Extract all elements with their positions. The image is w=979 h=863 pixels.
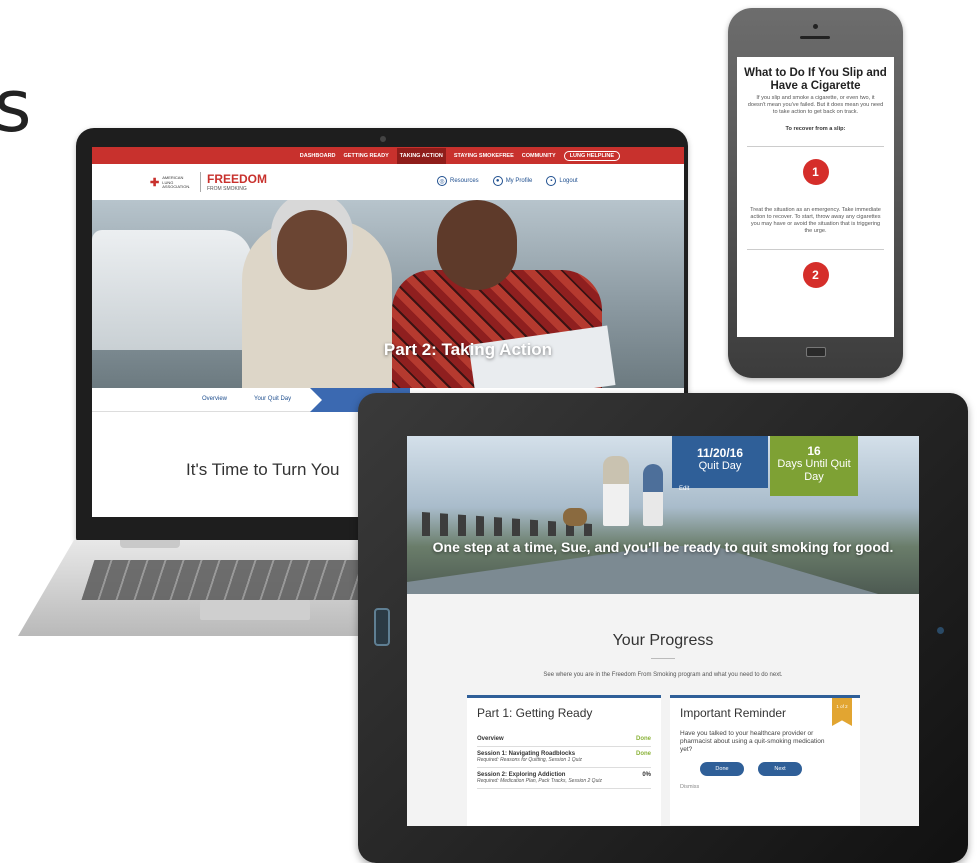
step-1-text: Treat the situation as an emergency. Tak… <box>750 207 881 234</box>
tablet-hero-text: One step at a time, Sue, and you'll be r… <box>432 539 894 555</box>
getting-ready-card: Part 1: Getting Ready Overview Done Sess… <box>467 695 661 826</box>
nav-taking-action[interactable]: TAKING ACTION <box>396 147 446 164</box>
tablet-screen: 11/20/16 Quit Day Edit 16 Days Until Qui… <box>407 436 919 826</box>
user-icon: ● <box>492 176 503 186</box>
table-row[interactable]: Session 1: Navigating Roadblocks Require… <box>477 747 651 768</box>
ala-logo[interactable]: ✚ AMERICAN LUNG ASSOCIATION. <box>150 175 190 190</box>
reminder-count-badge: 1 of 2 <box>832 698 852 726</box>
laptop-touchpad <box>200 600 310 620</box>
laptop-top-nav: DASHBOARD GETTING READY TAKING ACTION ST… <box>92 147 684 164</box>
my-profile-link[interactable]: ● My Profile <box>492 176 532 186</box>
freedom-from-smoking-logo[interactable]: FREEDOM FROM SMOKING <box>200 172 267 192</box>
nav-lung-helpline-button[interactable]: LUNG HELPLINE <box>563 150 620 161</box>
laptop-section-heading: It's Time to Turn You <box>186 460 340 479</box>
globe-icon: ◎ <box>437 176 447 186</box>
days-until-panel: 16 Days Until Quit Day <box>770 436 858 496</box>
quit-date: 11/20/16 <box>696 446 744 460</box>
tablet-camera <box>937 627 944 634</box>
done-button[interactable]: Done <box>700 762 744 776</box>
important-reminder-card: 1 of 2 Important Reminder Have you talke… <box>670 695 860 825</box>
resources-link[interactable]: ◎ Resources <box>437 176 479 186</box>
phone-home-button[interactable] <box>806 347 826 357</box>
dismiss-link[interactable]: Dismiss <box>680 784 850 790</box>
tablet-home-button[interactable] <box>374 608 390 646</box>
step-1-badge: 1 <box>802 159 829 185</box>
phone-title: What to Do If You Slip and Have a Cigare… <box>744 67 887 92</box>
phone-recover-label: To recover from a slip: <box>785 126 846 132</box>
table-row[interactable]: Overview Done <box>477 732 651 747</box>
progress-divider <box>651 658 675 659</box>
progress-subtitle: See where you are in the Freedom From Sm… <box>543 672 783 678</box>
header-links: ◎ Resources ● My Profile ▪ Logout <box>437 176 578 186</box>
table-row[interactable]: Session 2: Exploring Addiction Required:… <box>477 768 651 789</box>
nav-getting-ready[interactable]: GETTING READY <box>344 153 389 159</box>
phone-camera <box>813 24 818 29</box>
cut-off-letter: s <box>0 64 32 148</box>
laptop-camera <box>380 136 386 142</box>
status-badge: 0% <box>642 772 651 778</box>
edit-quit-day-link[interactable]: Edit <box>679 486 689 492</box>
logout-link[interactable]: ▪ Logout <box>546 176 578 186</box>
status-badge: Done <box>636 751 651 757</box>
quit-day-label: Quit Day <box>698 460 742 472</box>
tab-your-quit-day[interactable]: Your Quit Day <box>254 396 291 402</box>
tab-overview[interactable]: Overview <box>202 396 227 402</box>
phone-speaker <box>800 36 830 39</box>
card-title: Part 1: Getting Ready <box>477 706 593 720</box>
laptop-hero-title: Part 2: Taking Action <box>383 340 553 359</box>
status-badge: Done <box>636 736 651 742</box>
reminder-body: Have you talked to your healthcare provi… <box>680 730 825 753</box>
phone-divider <box>747 146 884 147</box>
lock-icon: ▪ <box>546 176 557 186</box>
laptop-hinge <box>120 540 180 548</box>
tablet-hero-image: 11/20/16 Quit Day Edit 16 Days Until Qui… <box>407 436 919 594</box>
phone-divider-2 <box>747 249 884 250</box>
ala-cross-icon: ✚ <box>150 177 160 190</box>
phone-screen: What to Do If You Slip and Have a Cigare… <box>737 57 894 337</box>
quit-day-panel: 11/20/16 Quit Day <box>672 436 768 488</box>
laptop-header: ✚ AMERICAN LUNG ASSOCIATION. FREEDOM FRO… <box>92 164 684 200</box>
days-label: Days Until Quit Day <box>777 458 851 483</box>
next-button[interactable]: Next <box>758 762 802 776</box>
step-2-badge: 2 <box>802 262 829 288</box>
phone-intro: If you slip and smoke a cigarette, or ev… <box>747 95 884 115</box>
progress-title: Your Progress <box>612 632 714 649</box>
laptop-hero-image: Part 2: Taking Action <box>92 200 684 388</box>
nav-staying-smokefree[interactable]: STAYING SMOKEFREE <box>454 153 514 159</box>
card-title: Important Reminder <box>680 706 787 720</box>
nav-dashboard[interactable]: DASHBOARD <box>300 153 336 159</box>
nav-community[interactable]: COMMUNITY <box>522 153 556 159</box>
days-count: 16 <box>807 444 821 458</box>
